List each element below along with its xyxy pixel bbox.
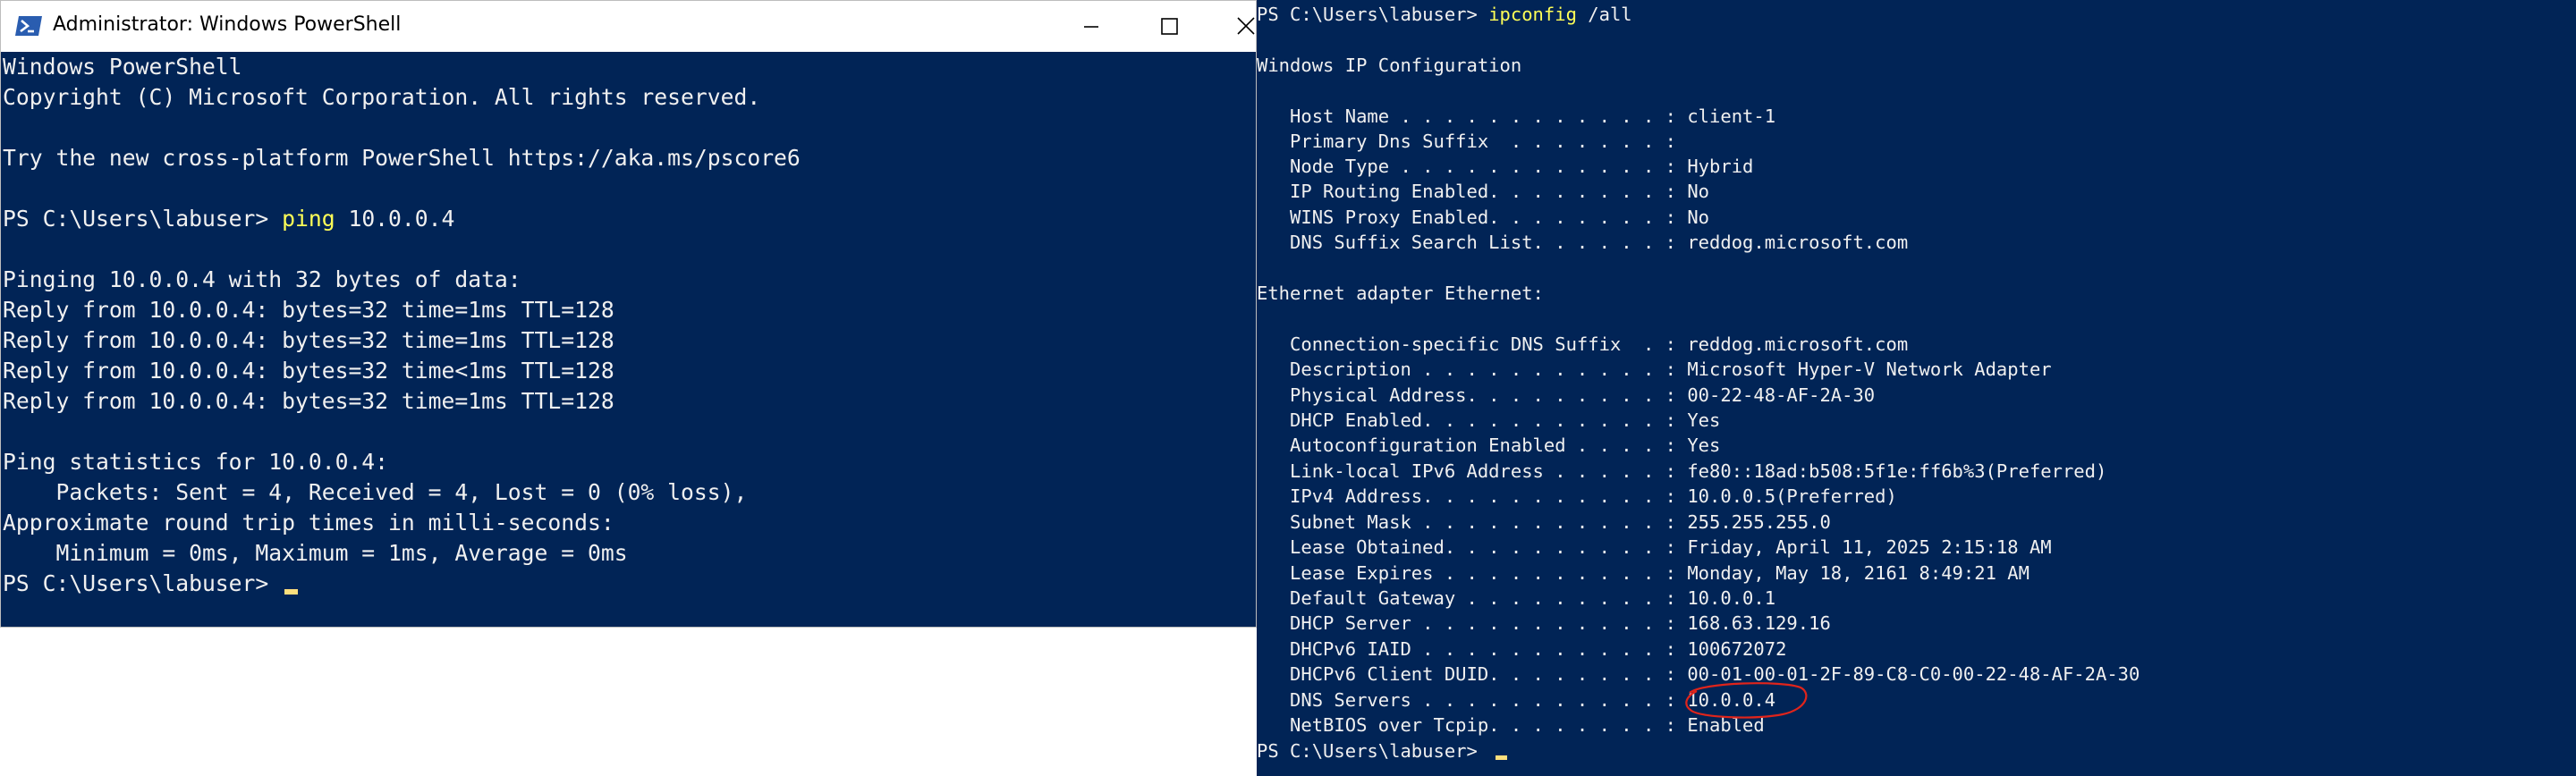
annotation-circle [1685, 682, 1808, 719]
console-line: Node Type . . . . . . . . . . . . : Hybr… [1257, 156, 1754, 177]
console-line: Link-local IPv6 Address . . . . . : fe80… [1257, 460, 2107, 482]
console-line: Ping statistics for 10.0.0.4: [3, 449, 389, 475]
powershell-icon [15, 16, 42, 36]
text-cursor [284, 589, 298, 595]
console-line: Pinging 10.0.0.4 with 32 bytes of data: [3, 266, 521, 292]
console-line: DHCP Enabled. . . . . . . . . . . : Yes [1257, 409, 1721, 431]
console-line: Subnet Mask . . . . . . . . . . . : 255.… [1257, 511, 1831, 533]
console-line: Windows PowerShell [3, 54, 242, 80]
window-title: Administrator: Windows PowerShell [53, 13, 402, 36]
console-line: Physical Address. . . . . . . . . : 00-2… [1257, 384, 1876, 406]
console-line: Autoconfiguration Enabled . . . . : Yes [1257, 434, 1721, 456]
console-line: Host Name . . . . . . . . . . . . : clie… [1257, 105, 1776, 127]
minimize-button[interactable] [1052, 1, 1129, 52]
console-line: Windows IP Configuration [1257, 55, 1522, 76]
console-line: Copyright (C) Microsoft Corporation. All… [3, 84, 761, 110]
powershell-window-left[interactable]: Administrator: Windows PowerShell Window… [0, 0, 1257, 628]
final-prompt: PS C:\Users\labuser> [3, 570, 283, 596]
console-output-right[interactable]: PS C:\Users\labuser> ipconfig /all Windo… [1257, 0, 2576, 776]
title-bar[interactable]: Administrator: Windows PowerShell [1, 1, 1256, 52]
console-line: Ethernet adapter Ethernet: [1257, 283, 1544, 304]
console-line: Default Gateway . . . . . . . . . : 10.0… [1257, 587, 1776, 609]
prompt: PS C:\Users\labuser> [1257, 4, 1489, 25]
console-line: Reply from 10.0.0.4: bytes=32 time=1ms T… [3, 297, 614, 323]
desktop: Administrator: Windows PowerShell Window… [0, 0, 2576, 776]
console-line: Lease Expires . . . . . . . . . . : Mond… [1257, 562, 2029, 584]
command-name: ipconfig [1488, 4, 1577, 25]
console-line: Reply from 10.0.0.4: bytes=32 time=1ms T… [3, 388, 614, 414]
console-line: Primary Dns Suffix . . . . . . . : [1257, 131, 1676, 152]
maximize-button[interactable] [1130, 1, 1207, 52]
close-button[interactable] [1208, 1, 1258, 52]
console-line: Lease Obtained. . . . . . . . . . : Frid… [1257, 536, 2052, 558]
console-line: WINS Proxy Enabled. . . . . . . . : No [1257, 207, 1710, 228]
maximize-icon [1161, 18, 1178, 35]
minimize-icon [1084, 26, 1098, 28]
console-line: DNS Suffix Search List. . . . . . : redd… [1257, 232, 1909, 253]
command-args: /all [1576, 4, 1632, 25]
close-icon [1237, 17, 1255, 35]
console-line: Packets: Sent = 4, Received = 4, Lost = … [3, 479, 748, 505]
console-line: Connection-specific DNS Suffix . : reddo… [1257, 333, 1909, 355]
text-cursor [1496, 755, 1507, 760]
command-name: ping [282, 206, 335, 232]
console-line: Reply from 10.0.0.4: bytes=32 time=1ms T… [3, 327, 614, 353]
console-output-left[interactable]: Windows PowerShell Copyright (C) Microso… [1, 52, 1256, 627]
console-line: Try the new cross-platform PowerShell ht… [3, 145, 801, 171]
command-args: 10.0.0.4 [335, 206, 455, 232]
console-line: Approximate round trip times in milli-se… [3, 510, 614, 536]
ping-command-line: PS C:\Users\labuser> ping 10.0.0.4 [3, 204, 454, 234]
console-line: IP Routing Enabled. . . . . . . . : No [1257, 181, 1710, 202]
ipconfig-command-line: PS C:\Users\labuser> ipconfig /all [1257, 2, 1632, 27]
console-line: DHCP Server . . . . . . . . . . . : 168.… [1257, 612, 1831, 634]
prompt: PS C:\Users\labuser> [3, 206, 283, 232]
console-line: Minimum = 0ms, Maximum = 1ms, Average = … [3, 540, 628, 566]
final-prompt: PS C:\Users\labuser> [1257, 740, 1489, 762]
console-line: DHCPv6 IAID . . . . . . . . . . . : 1006… [1257, 638, 1787, 660]
console-line: Description . . . . . . . . . . . : Micr… [1257, 358, 2052, 380]
console-line: Reply from 10.0.0.4: bytes=32 time<1ms T… [3, 358, 614, 384]
console-line: IPv4 Address. . . . . . . . . . . : 10.0… [1257, 485, 1897, 507]
